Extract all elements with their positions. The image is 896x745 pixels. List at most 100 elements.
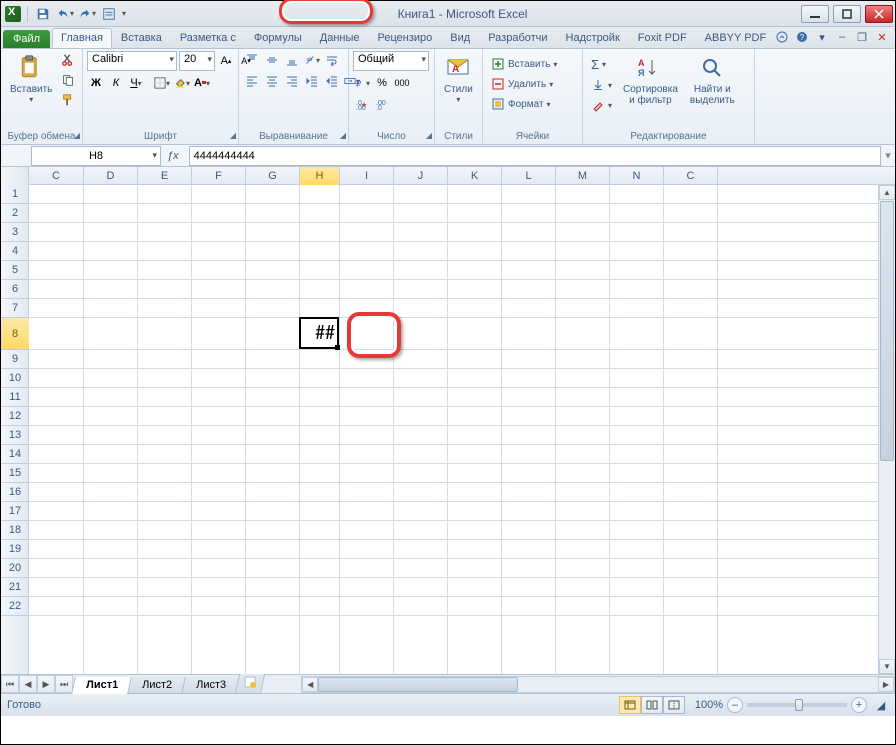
- cut-button[interactable]: [59, 51, 77, 69]
- zoom-thumb[interactable]: [795, 699, 803, 711]
- align-top-button[interactable]: [243, 51, 261, 69]
- increase-decimal-button[interactable]: .0.00: [353, 95, 371, 113]
- comma-style-button[interactable]: 000: [393, 74, 411, 92]
- formula-bar[interactable]: 4444444444: [189, 146, 881, 166]
- accounting-format-button[interactable]: ₽▾: [353, 74, 371, 92]
- vertical-scrollbar[interactable]: ▲ ▼: [878, 185, 895, 674]
- ribbon-tab-2[interactable]: Разметка с: [171, 28, 245, 48]
- row-header-11[interactable]: 11: [1, 388, 29, 407]
- borders-button[interactable]: ▾: [153, 74, 171, 92]
- row-header-6[interactable]: 6: [1, 280, 29, 299]
- bold-button[interactable]: Ж: [87, 74, 105, 92]
- qat-undo-button[interactable]: ▾: [56, 5, 74, 23]
- col-header-L[interactable]: L: [502, 167, 556, 185]
- col-header-D[interactable]: D: [84, 167, 138, 185]
- sheet-nav-next[interactable]: ▶: [37, 675, 55, 693]
- increase-indent-button[interactable]: [323, 72, 341, 90]
- row-header-10[interactable]: 10: [1, 369, 29, 388]
- row-header-17[interactable]: 17: [1, 502, 29, 521]
- sheet-nav-first[interactable]: ⏮: [1, 675, 19, 693]
- horizontal-scrollbar[interactable]: ◀ ▶: [301, 676, 895, 693]
- add-sheet-button[interactable]: [235, 674, 265, 694]
- number-format-combo[interactable]: Общий: [353, 51, 429, 71]
- qat-redo-button[interactable]: ▾: [78, 5, 96, 23]
- scroll-down-button[interactable]: ▼: [879, 659, 895, 674]
- doc-close-button[interactable]: ✕: [875, 30, 889, 44]
- font-color-button[interactable]: A▾: [193, 74, 211, 92]
- resize-grip[interactable]: ◢: [873, 699, 889, 712]
- font-launcher-icon[interactable]: ◢: [230, 131, 236, 140]
- sort-filter-button[interactable]: АЯ Сортировка и фильтр: [618, 51, 683, 109]
- fill-color-button[interactable]: ▾: [173, 74, 191, 92]
- ribbon-tab-4[interactable]: Данные: [311, 28, 369, 48]
- fill-handle[interactable]: [335, 345, 340, 350]
- formula-bar-expand-button[interactable]: ▾: [881, 149, 895, 162]
- sheet-tab-2[interactable]: Лист3: [181, 677, 241, 694]
- autosum-button[interactable]: Σ▾: [587, 55, 616, 74]
- row-header-3[interactable]: 3: [1, 223, 29, 242]
- alignment-launcher-icon[interactable]: ◢: [340, 131, 346, 140]
- percent-button[interactable]: %: [373, 74, 391, 92]
- maximize-button[interactable]: [833, 5, 861, 23]
- view-normal-button[interactable]: [619, 696, 641, 714]
- orientation-button[interactable]: ab▾: [303, 51, 321, 69]
- paste-button[interactable]: Вставить ▾: [5, 51, 57, 107]
- decrease-decimal-button[interactable]: .00.0: [373, 95, 391, 113]
- sheet-tab-0[interactable]: Лист1: [71, 677, 133, 694]
- ribbon-tab-10[interactable]: ABBYY PDF: [696, 28, 776, 48]
- ribbon-tab-9[interactable]: Foxit PDF: [629, 28, 696, 48]
- ribbon-tab-3[interactable]: Формулы: [245, 28, 311, 48]
- qat-customize-button[interactable]: [100, 5, 118, 23]
- clipboard-launcher-icon[interactable]: ◢: [74, 131, 80, 140]
- col-header-F[interactable]: F: [192, 167, 246, 185]
- zoom-in-button[interactable]: +: [851, 697, 867, 713]
- row-header-13[interactable]: 13: [1, 426, 29, 445]
- font-size-combo[interactable]: 20: [179, 51, 215, 71]
- ribbon-tab-8[interactable]: Надстройк: [557, 28, 629, 48]
- col-header-G[interactable]: G: [246, 167, 300, 185]
- col-header-M[interactable]: M: [556, 167, 610, 185]
- col-header-N[interactable]: N: [610, 167, 664, 185]
- vscroll-thumb[interactable]: [880, 201, 894, 461]
- styles-button[interactable]: A Стили ▾: [439, 51, 478, 107]
- ribbon-tab-1[interactable]: Вставка: [112, 28, 171, 48]
- sheet-nav-last[interactable]: ⏭: [55, 675, 73, 693]
- row-header-2[interactable]: 2: [1, 204, 29, 223]
- scroll-left-button[interactable]: ◀: [302, 677, 318, 692]
- col-header-C[interactable]: C: [664, 167, 718, 185]
- row-header-4[interactable]: 4: [1, 242, 29, 261]
- col-header-H[interactable]: H: [300, 167, 340, 185]
- sheet-nav-prev[interactable]: ◀: [19, 675, 37, 693]
- format-painter-button[interactable]: [59, 91, 77, 109]
- ribbon-tab-5[interactable]: Рецензиро: [369, 28, 442, 48]
- row-header-5[interactable]: 5: [1, 261, 29, 280]
- zoom-slider[interactable]: [747, 703, 847, 707]
- decrease-indent-button[interactable]: [303, 72, 321, 90]
- name-box[interactable]: H8: [31, 146, 161, 166]
- fx-icon[interactable]: ƒx: [167, 150, 179, 162]
- align-middle-button[interactable]: [263, 51, 281, 69]
- align-left-button[interactable]: [243, 72, 261, 90]
- view-page-break-button[interactable]: [663, 696, 685, 714]
- view-page-layout-button[interactable]: [641, 696, 663, 714]
- format-cells-button[interactable]: Формат▾: [487, 95, 555, 113]
- align-bottom-button[interactable]: [283, 51, 301, 69]
- row-header-1[interactable]: 1: [1, 185, 29, 204]
- align-center-button[interactable]: [263, 72, 281, 90]
- scroll-up-button[interactable]: ▲: [879, 185, 895, 200]
- col-header-E[interactable]: E: [138, 167, 192, 185]
- col-header-K[interactable]: K: [448, 167, 502, 185]
- ribbon-minimize-button[interactable]: [775, 30, 789, 44]
- file-tab[interactable]: Файл: [3, 30, 50, 48]
- row-header-8[interactable]: 8: [1, 318, 29, 350]
- col-header-J[interactable]: J: [394, 167, 448, 185]
- wrap-text-button[interactable]: [323, 51, 341, 69]
- italic-button[interactable]: К: [107, 74, 125, 92]
- grow-font-button[interactable]: A▴: [217, 52, 235, 70]
- active-cell[interactable]: ##: [299, 317, 339, 349]
- row-header-12[interactable]: 12: [1, 407, 29, 426]
- ribbon-tab-7[interactable]: Разработчи: [479, 28, 556, 48]
- clear-button[interactable]: ▾: [587, 96, 616, 114]
- sheet-tab-1[interactable]: Лист2: [127, 677, 187, 694]
- row-header-9[interactable]: 9: [1, 350, 29, 369]
